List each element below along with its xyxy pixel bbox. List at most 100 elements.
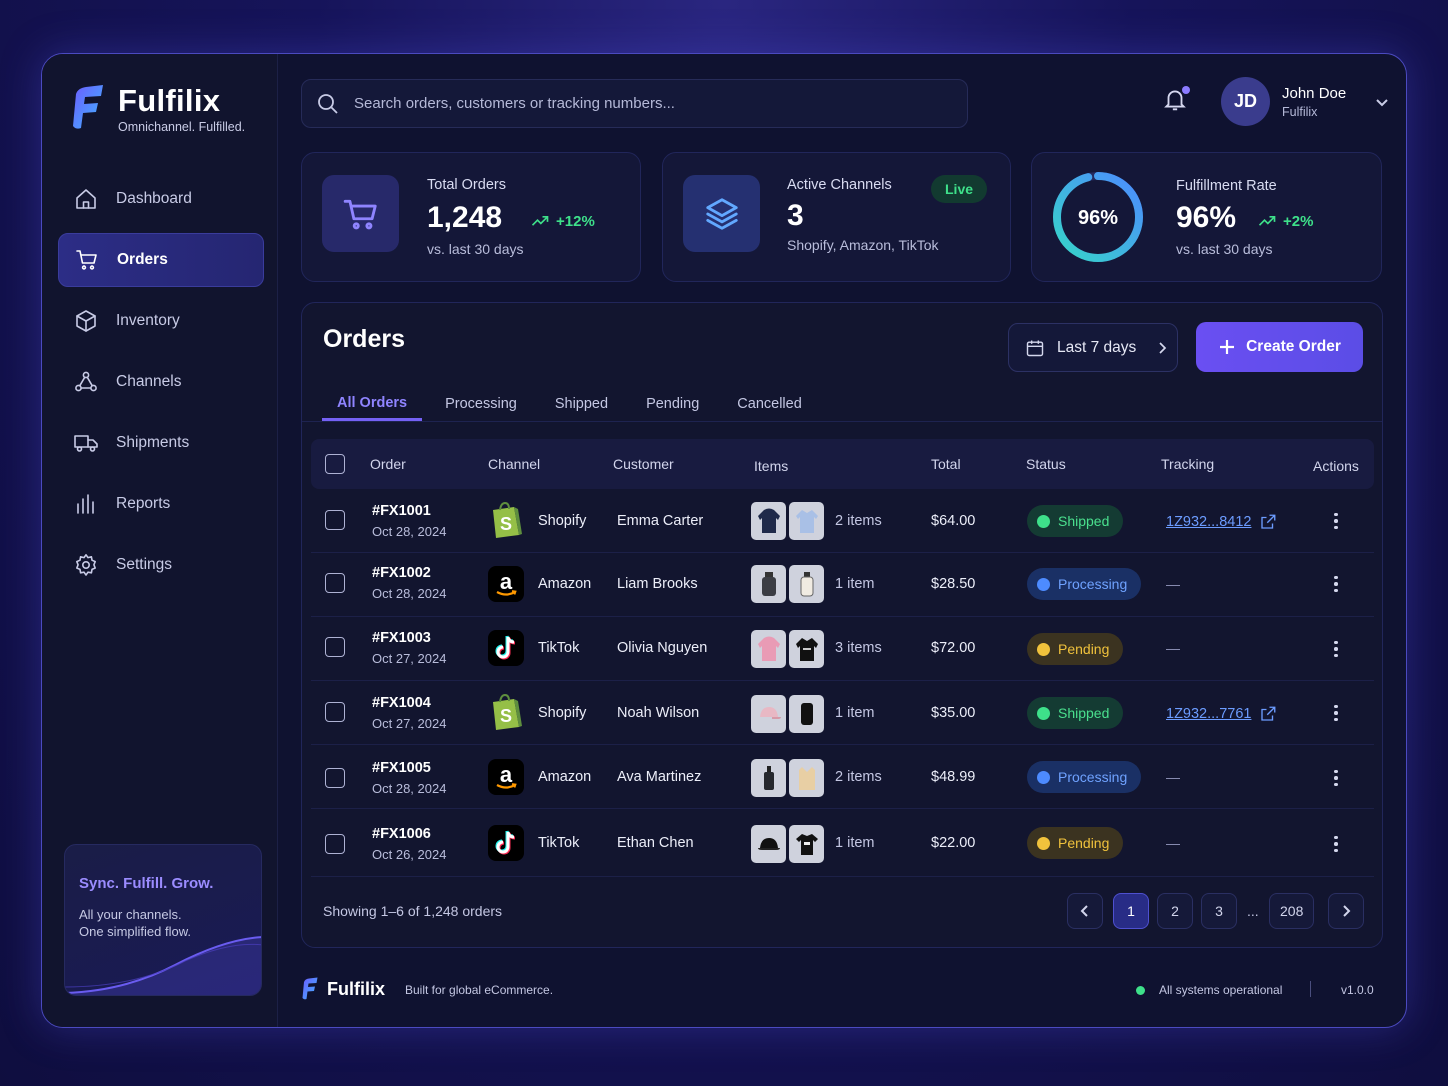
order-id[interactable]: #FX1004 [372,695,446,711]
sidebar-item-dashboard[interactable]: Dashboard [58,172,264,226]
svg-text:S: S [500,706,512,726]
table-row[interactable]: #FX1006 Oct 26, 2024 TikTok Ethan Chen 1… [311,809,1374,877]
column-header-channel[interactable]: Channel [488,456,540,472]
brand[interactable]: Fulfilix Omnichannel. Fulfilled. [70,84,245,134]
orders-panel: Orders Last 7 days Create Order All Orde… [301,302,1383,948]
column-header-total[interactable]: Total [931,456,961,472]
table-row[interactable]: #FX1003 Oct 27, 2024 TikTok Olivia Nguye… [311,617,1374,681]
home-icon [76,189,96,209]
status-badge: Processing [1027,761,1142,793]
column-header-tracking[interactable]: Tracking [1161,456,1214,472]
search-input[interactable] [354,95,914,112]
chevron-right-icon [1343,905,1351,917]
status-label: Pending [1058,641,1110,657]
tracking-link[interactable]: 1Z932...8412 [1166,513,1277,531]
table-row[interactable]: #FX1004 Oct 27, 2024 S Shopify Noah Wils… [311,681,1374,745]
tab-all-orders[interactable]: All Orders [322,387,423,421]
status-label: Shipped [1058,705,1110,721]
pagination-ellipsis: ... [1247,903,1259,919]
page-button-2[interactable]: 2 [1157,893,1193,929]
status-label: Shipped [1058,513,1110,529]
tab-shipped[interactable]: Shipped [540,387,623,421]
prev-page-button[interactable] [1067,893,1103,929]
channel-name: Shopify [538,705,587,721]
order-date: Oct 27, 2024 [372,716,447,731]
fulfilix-logo-icon [73,85,103,129]
svg-text:a: a [500,762,513,787]
next-page-button[interactable] [1328,893,1364,929]
sidebar-item-reports[interactable]: Reports [58,477,264,531]
footer-built-text: Built for global eCommerce. [405,983,554,997]
tab-pending[interactable]: Pending [631,387,714,421]
trend-up-icon [531,216,549,226]
row-actions-menu[interactable] [1326,637,1346,661]
sidebar-item-channels[interactable]: Channels [58,355,264,409]
customer-name: Ethan Chen [617,835,694,851]
order-id[interactable]: #FX1002 [372,565,446,581]
status-label: Processing [1058,769,1128,785]
sidebar-item-settings[interactable]: Settings [58,538,264,592]
row-actions-menu[interactable] [1326,572,1346,596]
shirt-thumbnail-icon [789,502,824,540]
order-date: Oct 28, 2024 [372,586,447,601]
order-date: Oct 28, 2024 [372,524,447,539]
row-actions-menu[interactable] [1326,509,1346,533]
chevron-right-icon [1159,341,1167,354]
row-checkbox[interactable] [325,768,345,788]
box-icon [76,310,96,332]
page-button-last[interactable]: 208 [1269,893,1315,929]
select-all-checkbox[interactable] [325,454,345,474]
trend-value: +12% [556,212,595,230]
status-badge: Pending [1027,827,1124,859]
tracking-link[interactable]: 1Z932...7761 [1166,705,1277,723]
table-row[interactable]: #FX1005 Oct 28, 2024 a Amazon Ava Martin… [311,745,1374,809]
sidebar-item-inventory[interactable]: Inventory [58,294,264,348]
table-row[interactable]: #FX1001 Oct 28, 2024 S Shopify Emma Cart… [311,489,1374,553]
status-badge: Shipped [1027,505,1124,537]
column-header-customer[interactable]: Customer [613,456,674,472]
tab-cancelled[interactable]: Cancelled [722,387,817,421]
notifications-button[interactable] [1162,86,1192,116]
brand-tagline: Omnichannel. Fulfilled. [118,120,246,134]
promo-line-1: All your channels. [79,907,182,922]
order-tabs: All Orders Processing Shipped Pending Ca… [322,387,825,421]
row-checkbox[interactable] [325,702,345,722]
fulfillment-progress-ring: 96% [1053,172,1143,262]
row-actions-menu[interactable] [1326,832,1346,856]
column-header-status[interactable]: Status [1026,456,1066,472]
sidebar-item-orders[interactable]: Orders [58,233,264,287]
row-actions-menu[interactable] [1326,701,1346,725]
sidebar-item-shipments[interactable]: Shipments [58,416,264,470]
column-header-items[interactable]: Items [754,458,788,474]
calendar-icon [1026,340,1044,356]
date-range-picker[interactable]: Last 7 days [1008,323,1178,372]
order-id[interactable]: #FX1003 [372,630,446,646]
wave-decoration-icon [65,936,261,995]
chevron-left-icon [1080,905,1088,917]
tab-processing[interactable]: Processing [430,387,532,421]
order-id[interactable]: #FX1006 [372,826,446,842]
row-checkbox[interactable] [325,637,345,657]
row-checkbox[interactable] [325,510,345,530]
order-id[interactable]: #FX1001 [372,503,446,519]
row-checkbox[interactable] [325,573,345,593]
row-checkbox[interactable] [325,834,345,854]
search-bar[interactable] [301,79,968,128]
order-cell: #FX1006 Oct 26, 2024 [372,826,446,862]
bar-chart-icon [77,494,94,514]
page-button-1[interactable]: 1 [1113,893,1149,929]
tiktok-logo-icon [488,825,524,861]
footer-divider [1310,981,1311,997]
table-row[interactable]: #FX1002 Oct 28, 2024 a Amazon Liam Brook… [311,553,1374,617]
sidebar-item-label: Channels [116,373,182,390]
customer-name: Olivia Nguyen [617,640,708,656]
page-button-3[interactable]: 3 [1201,893,1237,929]
column-header-order[interactable]: Order [370,456,406,472]
chevron-down-icon [1376,98,1388,106]
order-date: Oct 27, 2024 [372,651,447,666]
order-id[interactable]: #FX1005 [372,760,446,776]
create-order-button[interactable]: Create Order [1196,322,1363,372]
row-actions-menu[interactable] [1326,766,1346,790]
column-header-actions: Actions [1313,458,1359,474]
user-menu[interactable]: JD John Doe Fulfilix [1221,77,1390,126]
